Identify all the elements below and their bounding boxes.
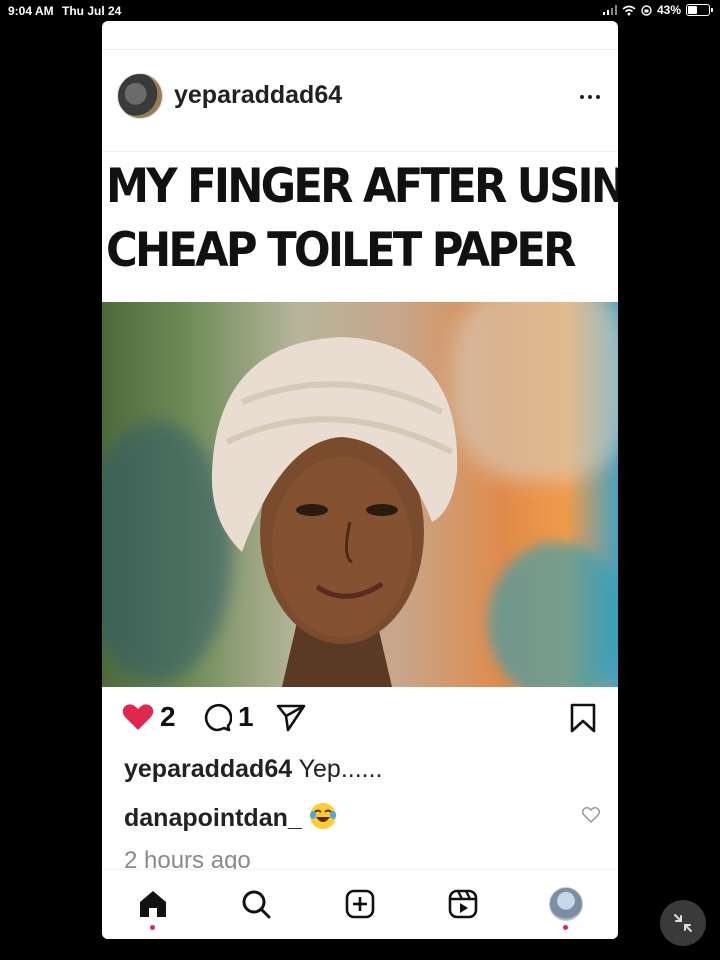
- status-date: Thu Jul 24: [62, 4, 122, 18]
- search-icon: [242, 890, 271, 919]
- post-photo: [102, 302, 618, 687]
- post-username[interactable]: yeparaddad64: [174, 81, 342, 110]
- profile-avatar: [549, 887, 583, 921]
- share-icon[interactable]: [276, 704, 306, 732]
- nav-profile[interactable]: [546, 884, 586, 930]
- comment-username[interactable]: danapointdan_: [124, 804, 302, 832]
- post-header: yeparaddad64: [102, 69, 618, 152]
- laughing-emoji-icon: [308, 801, 338, 838]
- like-group: 2: [122, 701, 176, 733]
- comment-count[interactable]: 1: [238, 701, 254, 733]
- caption-username[interactable]: yeparaddad64: [124, 755, 292, 783]
- status-time: 9:04 AM: [8, 4, 54, 18]
- post-caption: yeparaddad64 Yep......: [124, 755, 383, 784]
- collapse-button[interactable]: [660, 900, 706, 946]
- reels-icon: [448, 889, 478, 919]
- signal-icon: [602, 5, 617, 15]
- nav-search[interactable]: [236, 884, 276, 924]
- wifi-icon: [622, 5, 636, 15]
- status-bar: 9:04 AM Thu Jul 24 43%: [0, 0, 720, 22]
- comment-group: 1: [202, 701, 254, 733]
- comment-icon[interactable]: [202, 702, 232, 732]
- battery-icon: [686, 4, 713, 16]
- nav-home[interactable]: [133, 884, 173, 930]
- collapse-arrows-icon: [674, 914, 692, 932]
- person-illustration: [211, 337, 458, 687]
- meme-caption: MY FINGER AFTER USING CHEAP TOILET PAPER: [106, 155, 618, 283]
- battery-percent: 43%: [656, 3, 681, 17]
- profile-notification-dot: [563, 925, 568, 930]
- caption-text: Yep......: [298, 755, 383, 783]
- nav-create[interactable]: [340, 884, 380, 924]
- more-options-icon[interactable]: [580, 95, 600, 99]
- home-notification-dot: [150, 925, 155, 930]
- comment-like-icon[interactable]: [582, 807, 600, 823]
- bookmark-icon[interactable]: [570, 703, 596, 733]
- heart-filled-icon[interactable]: [122, 703, 154, 731]
- nav-reels[interactable]: [443, 884, 483, 924]
- instagram-post-screenshot: yeparaddad64 MY FINGER AFTER USING CHEAP…: [102, 21, 618, 939]
- create-icon: [345, 889, 375, 919]
- status-indicators: 43%: [602, 3, 713, 17]
- orientation-lock-icon: [641, 4, 652, 16]
- meme-line: CHEAP TOILET PAPER: [106, 223, 576, 278]
- top-strip: [102, 21, 618, 50]
- meme-line: MY FINGER AFTER USING: [106, 159, 618, 214]
- like-count[interactable]: 2: [160, 701, 176, 733]
- post-actions: 2 1: [102, 701, 618, 741]
- comment-row: danapointdan_: [124, 801, 338, 838]
- home-icon: [140, 891, 166, 917]
- user-avatar[interactable]: [117, 73, 163, 119]
- bottom-navigation: [102, 869, 618, 939]
